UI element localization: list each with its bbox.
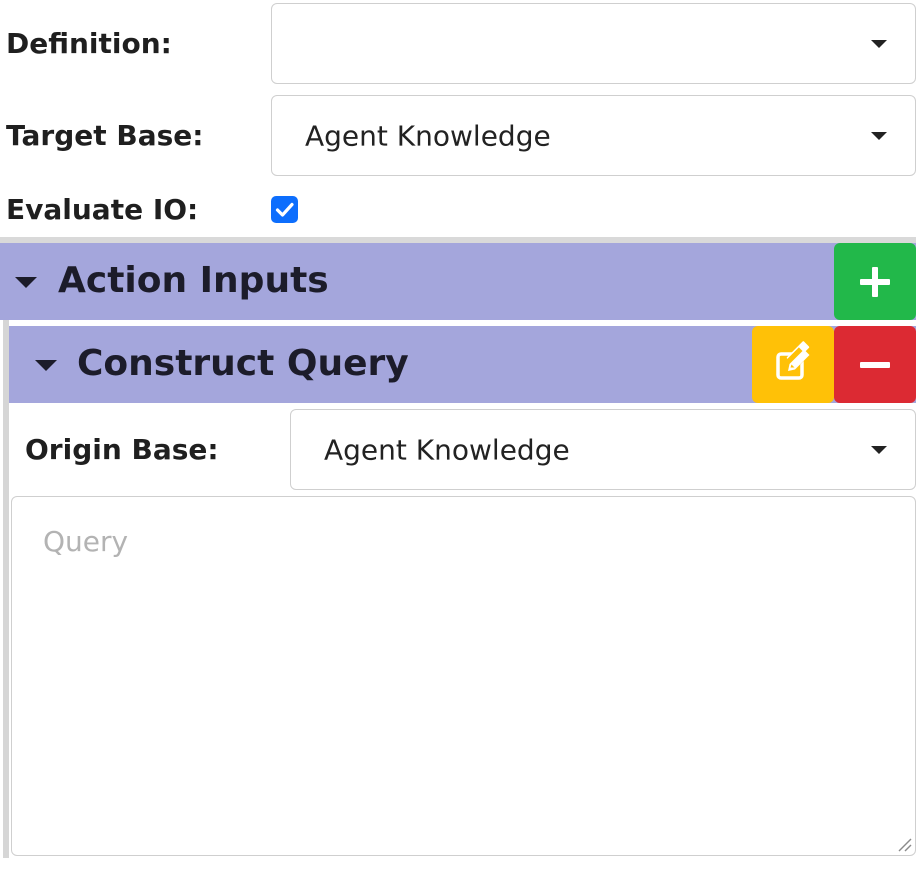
remove-construct-query-button[interactable] bbox=[834, 326, 916, 403]
add-action-input-button[interactable] bbox=[834, 243, 916, 320]
evaluate-io-checkbox[interactable] bbox=[271, 196, 298, 223]
definition-select[interactable] bbox=[271, 3, 916, 84]
action-inputs-title: Action Inputs bbox=[58, 260, 329, 301]
origin-base-select[interactable]: Agent Knowledge bbox=[290, 409, 916, 490]
chevron-down-icon bbox=[871, 131, 887, 140]
collapse-triangle-icon bbox=[35, 360, 57, 371]
target-base-select[interactable]: Agent Knowledge bbox=[271, 95, 916, 176]
origin-base-label: Origin Base: bbox=[25, 433, 219, 466]
chevron-down-icon bbox=[871, 39, 887, 48]
collapse-triangle-icon bbox=[15, 277, 37, 288]
definition-label: Definition: bbox=[6, 27, 172, 60]
plus-icon bbox=[860, 267, 890, 297]
origin-base-select-value: Agent Knowledge bbox=[324, 433, 570, 466]
target-base-label: Target Base: bbox=[6, 119, 204, 152]
query-textarea[interactable]: Query bbox=[11, 496, 916, 856]
checkmark-icon bbox=[275, 202, 294, 217]
edit-construct-query-button[interactable] bbox=[752, 326, 834, 403]
construct-query-title: Construct Query bbox=[77, 343, 409, 384]
chevron-down-icon bbox=[871, 445, 887, 454]
evaluate-io-label: Evaluate IO: bbox=[6, 193, 199, 226]
edit-icon bbox=[776, 341, 810, 380]
target-base-select-value: Agent Knowledge bbox=[305, 119, 551, 152]
query-placeholder: Query bbox=[43, 525, 129, 558]
minus-icon bbox=[860, 362, 890, 368]
action-inputs-header[interactable]: Action Inputs bbox=[0, 243, 916, 320]
resize-grip-icon[interactable] bbox=[895, 835, 913, 853]
